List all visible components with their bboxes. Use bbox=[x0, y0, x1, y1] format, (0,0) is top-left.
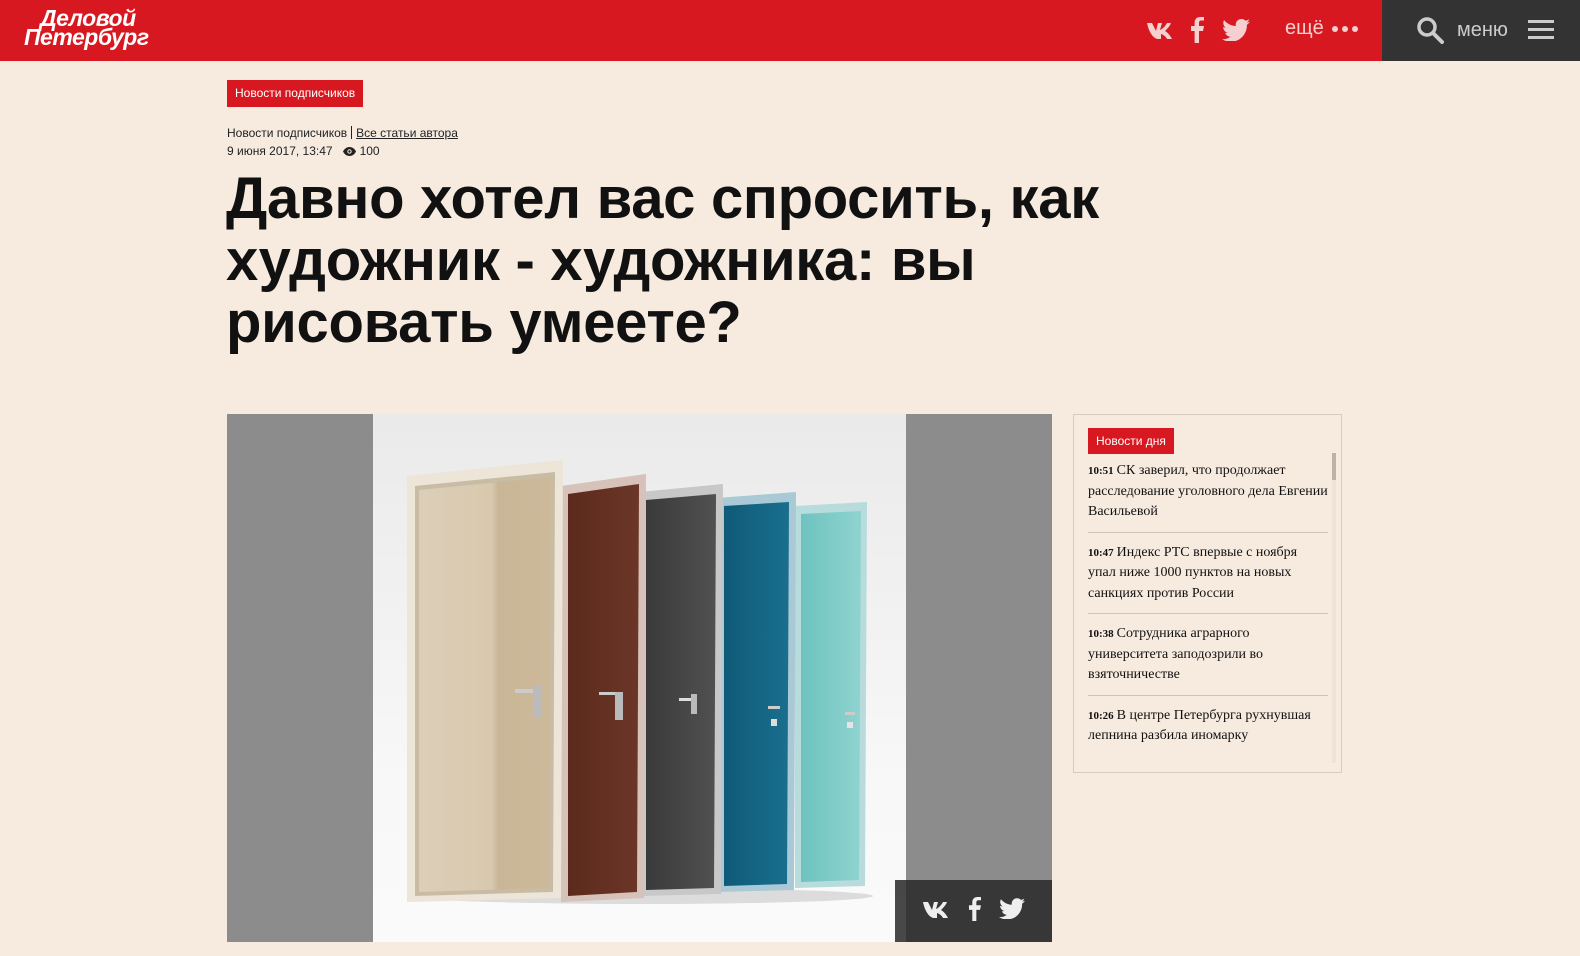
more-label: ещё bbox=[1285, 17, 1324, 39]
vk-icon[interactable] bbox=[922, 900, 950, 923]
facebook-icon[interactable] bbox=[1189, 14, 1205, 46]
news-time: 10:26 bbox=[1088, 709, 1114, 722]
vk-icon[interactable] bbox=[1143, 14, 1177, 46]
news-item[interactable]: 10:51 СК заверил, что продолжает расследо… bbox=[1088, 461, 1328, 533]
logo-line-2: Петербург bbox=[24, 24, 149, 50]
article-date-views: 9 июня 2017, 13:47 100 bbox=[227, 144, 380, 158]
category-badge[interactable]: Новости подписчиков bbox=[227, 80, 364, 107]
news-headline[interactable]: СК заверил, что продолжает расследование… bbox=[1088, 463, 1328, 519]
news-of-the-day-widget: Новости дня 10:51 СК заверил, что продолж… bbox=[1073, 414, 1342, 773]
news-item[interactable]: 10:38 Сотрудника аграрного университета з… bbox=[1088, 624, 1328, 696]
article-title: Давно хотел вас спросить, как художник -… bbox=[226, 166, 1099, 355]
scrollbar-thumb[interactable] bbox=[1332, 453, 1336, 480]
section-label[interactable]: Новости подписчиков bbox=[227, 126, 347, 140]
news-headline[interactable]: Сотрудника аграрного университета заподо… bbox=[1088, 626, 1263, 682]
news-headline[interactable]: Индекс РТС впервые с ноября упал ниже 10… bbox=[1088, 545, 1297, 601]
twitter-icon[interactable] bbox=[999, 898, 1025, 924]
more-menu-button[interactable]: ещё bbox=[1285, 17, 1358, 40]
image-share-bar bbox=[895, 880, 1052, 942]
article-meta-line: Новости подписчиков Все статьи автора bbox=[227, 126, 458, 140]
article-image-container bbox=[227, 414, 1052, 942]
list-fade bbox=[1074, 742, 1341, 772]
dots-icon bbox=[1331, 25, 1358, 32]
site-logo[interactable]: Деловой Петербург bbox=[24, 7, 149, 50]
news-headline[interactable]: В центре Петербурга рухнувшая лепнина ра… bbox=[1088, 708, 1311, 744]
author-articles-link[interactable]: Все статьи автора bbox=[356, 126, 458, 140]
publish-date: 9 июня 2017, 13:47 bbox=[227, 144, 333, 158]
news-of-the-day-badge[interactable]: Новости дня bbox=[1088, 428, 1174, 454]
facebook-icon[interactable] bbox=[968, 896, 981, 926]
social-links bbox=[1143, 14, 1251, 46]
news-scrollbar[interactable] bbox=[1332, 453, 1336, 763]
news-time: 10:47 bbox=[1088, 546, 1114, 559]
search-icon[interactable] bbox=[1416, 16, 1444, 49]
twitter-icon[interactable] bbox=[1221, 14, 1251, 46]
top-navbar: Деловой Петербург ещё меню bbox=[0, 0, 1580, 61]
view-count: 100 bbox=[359, 144, 380, 158]
doors-photo[interactable] bbox=[373, 414, 906, 942]
news-list: 10:51 СК заверил, что продолжает расследо… bbox=[1088, 461, 1328, 766]
hamburger-icon[interactable] bbox=[1528, 20, 1554, 40]
news-time: 10:51 bbox=[1088, 465, 1114, 477]
news-item[interactable]: 10:47 Индекс РТС впервые с ноября упал ни… bbox=[1088, 543, 1328, 614]
news-time: 10:38 bbox=[1088, 628, 1114, 640]
eye-icon bbox=[342, 146, 356, 156]
menu-button-label[interactable]: меню bbox=[1457, 19, 1508, 42]
divider bbox=[351, 126, 353, 139]
